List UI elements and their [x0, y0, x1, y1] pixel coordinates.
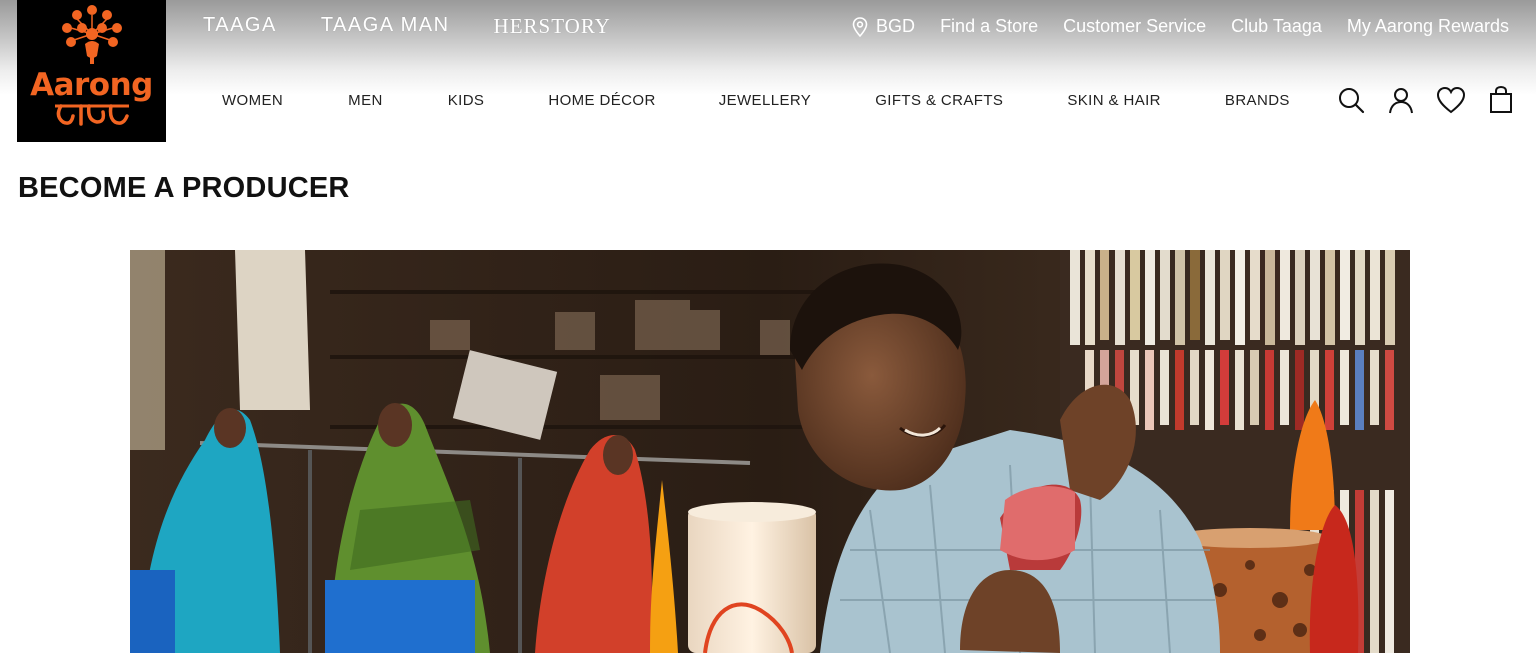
account-icon[interactable] — [1386, 85, 1416, 115]
utility-links: BGD Find a Store Customer Service Club T… — [827, 16, 1509, 37]
page-title: BECOME A PRODUCER — [18, 172, 350, 204]
search-icon[interactable] — [1336, 85, 1366, 115]
brand-link-herstory[interactable]: HERSTORY — [494, 14, 611, 39]
hero-image — [130, 250, 1410, 653]
rewards-link[interactable]: My Aarong Rewards — [1347, 16, 1509, 37]
brand-links: TAAGA TAAGA MAN HERSTORY — [203, 14, 655, 39]
main-navigation: WOMEN MEN KIDS HOME DÉCOR JEWELLERY GIFT… — [222, 92, 1290, 109]
nav-item-men[interactable]: MEN — [348, 92, 383, 109]
aarong-logo[interactable]: Aarong — [17, 0, 166, 142]
logo-bengali-wordmark — [54, 104, 129, 126]
logo-wordmark: Aarong — [30, 67, 153, 103]
nav-item-brands[interactable]: BRANDS — [1225, 92, 1290, 109]
location-pin-icon — [852, 16, 868, 37]
site-header: Aarong TAAGA TAAGA MAN HERSTORY BGD Find… — [0, 0, 1536, 142]
nav-item-women[interactable]: WOMEN — [222, 92, 283, 109]
customer-service-link[interactable]: Customer Service — [1063, 16, 1206, 37]
hero-photo-illustration — [130, 250, 1410, 653]
club-taaga-link[interactable]: Club Taaga — [1231, 16, 1322, 37]
nav-item-kids[interactable]: KIDS — [448, 92, 485, 109]
wishlist-heart-icon[interactable] — [1436, 85, 1466, 115]
nav-item-home-decor[interactable]: HOME DÉCOR — [548, 92, 655, 109]
location-selector[interactable]: BGD — [852, 16, 915, 37]
nav-item-gifts-crafts[interactable]: GIFTS & CRAFTS — [875, 92, 1003, 109]
header-icons — [1336, 85, 1536, 115]
peacock-logo-icon — [61, 5, 122, 64]
find-store-link[interactable]: Find a Store — [940, 16, 1038, 37]
nav-item-skin-hair[interactable]: SKIN & HAIR — [1067, 92, 1161, 109]
brand-link-taaga-man[interactable]: TAAGA MAN — [321, 14, 450, 39]
nav-item-jewellery[interactable]: JEWELLERY — [719, 92, 812, 109]
brand-link-taaga[interactable]: TAAGA — [203, 14, 277, 39]
shopping-bag-icon[interactable] — [1486, 85, 1516, 115]
location-label: BGD — [876, 16, 916, 36]
